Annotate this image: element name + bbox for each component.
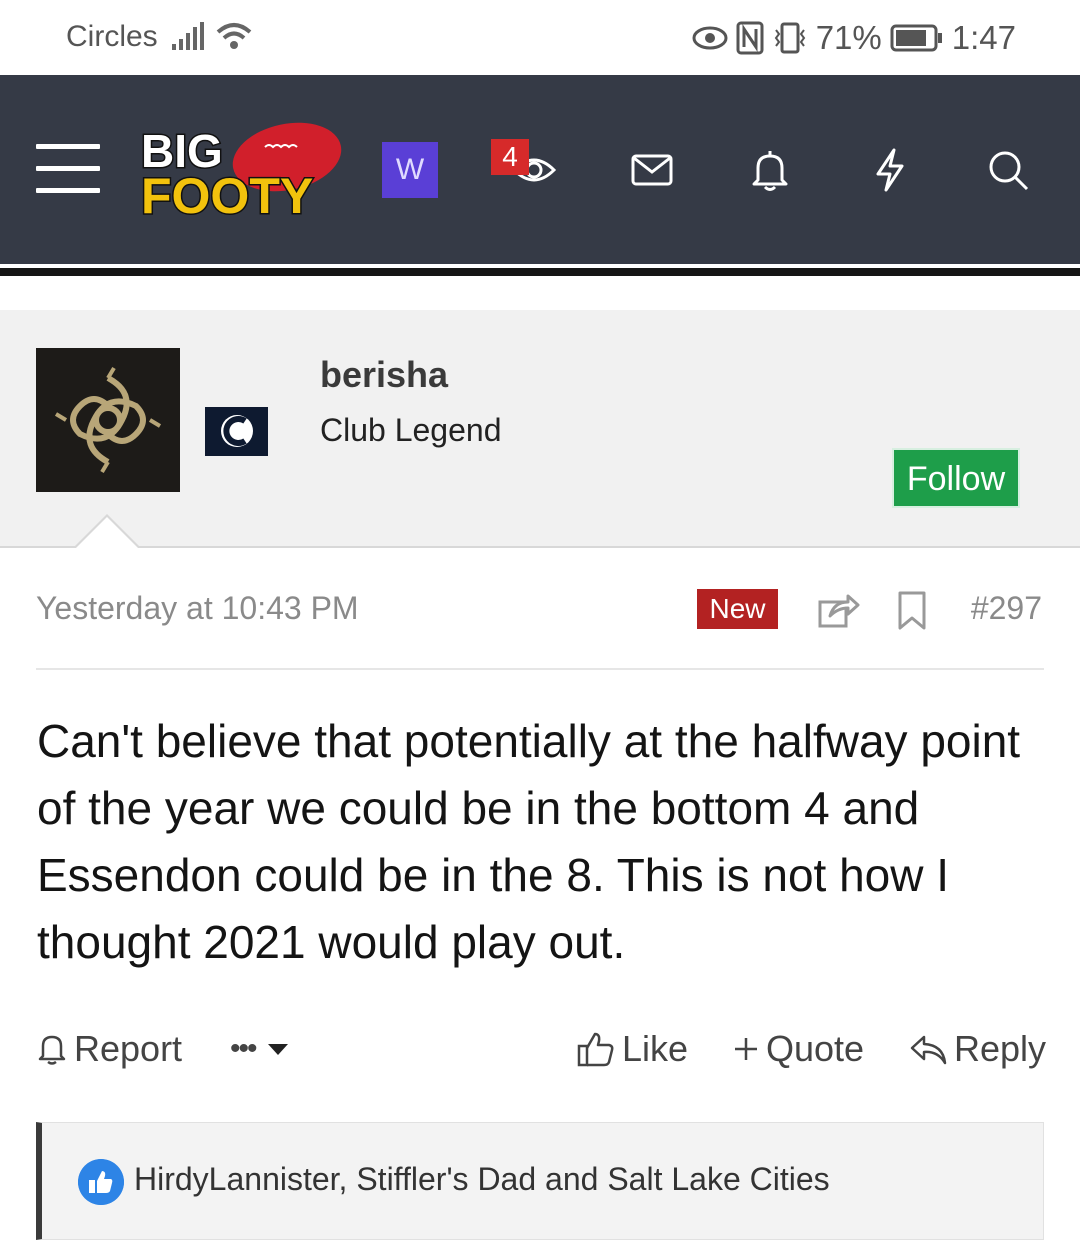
watched-count-badge: 4 xyxy=(491,139,529,175)
user-avatar-badge[interactable]: W xyxy=(382,142,438,198)
battery-percent: 71% xyxy=(815,19,882,56)
nfc-icon xyxy=(736,21,764,55)
logo-text-footy: FOOTY xyxy=(141,168,313,221)
reply-arrow-icon xyxy=(910,1035,947,1065)
wifi-icon xyxy=(216,23,252,49)
thumbs-up-icon xyxy=(577,1032,614,1067)
post-body: Can't believe that potentially at the ha… xyxy=(37,715,1021,968)
post-divider xyxy=(36,668,1044,670)
search-icon[interactable] xyxy=(984,146,1032,194)
post-user-block: berisha Club Legend Follow xyxy=(0,310,1080,548)
user-block-pointer-fill xyxy=(75,517,139,549)
eye-comfort-icon xyxy=(692,26,728,50)
user-title: Club Legend xyxy=(320,412,502,448)
post-timestamp[interactable]: Yesterday at 10:43 PM xyxy=(36,590,359,627)
status-bar: Circles 71% 1:47 xyxy=(0,0,1080,75)
club-logo xyxy=(205,407,268,456)
more-dots: ••• xyxy=(230,1032,257,1065)
new-badge: New xyxy=(697,589,778,629)
plus-icon xyxy=(735,1038,757,1060)
report-label: Report xyxy=(74,1028,183,1069)
follow-button[interactable]: Follow xyxy=(892,448,1020,508)
reaction-users[interactable]: HirdyLannister, Stiffler's Dad and Salt … xyxy=(134,1161,830,1198)
bigfooty-logo[interactable]: BIG FOOTY xyxy=(137,121,347,221)
report-button[interactable]: Report xyxy=(36,1026,182,1072)
bookmark-icon[interactable] xyxy=(890,588,934,632)
reply-button[interactable]: Reply xyxy=(908,1026,1046,1072)
signal-icon xyxy=(172,22,204,50)
more-options-button[interactable]: ••• xyxy=(230,1026,290,1072)
user-avatar[interactable] xyxy=(36,348,180,492)
reactions-bar[interactable]: HirdyLannister, Stiffler's Dad and Salt … xyxy=(36,1122,1044,1240)
clock-time: 1:47 xyxy=(951,19,1016,56)
envelope-icon[interactable] xyxy=(628,146,676,194)
like-reaction-icon xyxy=(78,1159,124,1205)
status-right: 71% 1:47 xyxy=(692,18,1016,58)
like-label: Like xyxy=(622,1028,689,1069)
carrier-label: Circles xyxy=(66,20,158,53)
reply-label: Reply xyxy=(954,1028,1047,1069)
chevron-down-icon xyxy=(267,1044,288,1055)
share-icon[interactable] xyxy=(816,588,860,632)
header-divider xyxy=(0,268,1080,276)
post-number[interactable]: #297 xyxy=(971,590,1042,627)
menu-icon[interactable] xyxy=(36,142,100,196)
bell-outline-icon xyxy=(38,1035,66,1065)
bell-icon[interactable] xyxy=(746,146,794,194)
vibrate-icon xyxy=(774,22,805,54)
username[interactable]: berisha xyxy=(320,354,448,396)
battery-icon xyxy=(890,24,942,52)
lightning-icon[interactable] xyxy=(866,146,914,194)
quote-label: Quote xyxy=(766,1028,865,1069)
like-button[interactable]: Like xyxy=(576,1026,688,1072)
quote-button[interactable]: Quote xyxy=(732,1026,864,1072)
